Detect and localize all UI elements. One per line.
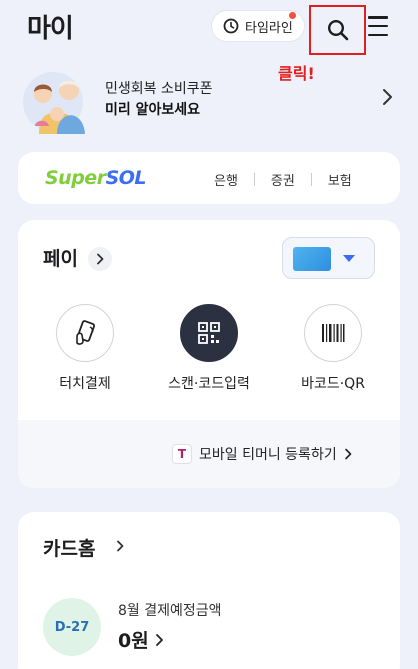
search-button[interactable] bbox=[309, 5, 366, 55]
pay-chevron-button[interactable] bbox=[88, 247, 112, 271]
divider bbox=[253, 173, 255, 186]
hamburger-menu-icon[interactable] bbox=[368, 16, 388, 36]
cardhome-chevron-button[interactable] bbox=[108, 534, 132, 558]
chevron-right-icon bbox=[117, 540, 124, 552]
chevron-right-icon bbox=[344, 448, 352, 460]
supersol-nav: 은행 증권 보험 bbox=[214, 170, 352, 189]
card-thumbnail bbox=[293, 247, 331, 271]
page-title: 마이 bbox=[27, 14, 74, 44]
barcode-qr-option[interactable]: 바코드·QR bbox=[278, 304, 388, 393]
search-icon bbox=[327, 19, 348, 41]
scan-code-option[interactable]: 스캔·코드입력 bbox=[154, 304, 264, 393]
payment-amount-value: 0원 bbox=[118, 630, 149, 652]
pay-card: 페이 터치결제 스캔·코드입력 바코드·QR T 모바일 티머니 등록하기 bbox=[18, 220, 400, 488]
qr-scan-icon bbox=[180, 304, 238, 362]
cardhome-title[interactable]: 카드홈 bbox=[43, 534, 95, 561]
supersol-bar: SuperSOL 은행 증권 보험 bbox=[18, 152, 400, 204]
link-insurance[interactable]: 보험 bbox=[328, 170, 352, 189]
supersol-logo[interactable]: SuperSOL bbox=[45, 167, 147, 189]
divider bbox=[310, 173, 312, 186]
header: 마이 타임라인 bbox=[0, 0, 418, 60]
chevron-right-icon bbox=[383, 89, 392, 105]
dday-badge: D-27 bbox=[43, 598, 101, 656]
notification-dot bbox=[289, 12, 296, 19]
family-illustration-icon bbox=[23, 72, 85, 134]
barcode-qr-label: 바코드·QR bbox=[301, 376, 365, 392]
promo-banner[interactable]: 민생회복 소비쿠폰 미리 알아보세요 bbox=[17, 64, 402, 134]
pay-title[interactable]: 페이 bbox=[43, 244, 78, 271]
promo-title: 미리 알아보세요 bbox=[105, 102, 201, 118]
tmoney-icon: T bbox=[172, 444, 192, 464]
promo-subtitle: 민생회복 소비쿠폰 bbox=[105, 81, 213, 97]
chevron-right-icon bbox=[97, 253, 104, 265]
card-select-dropdown[interactable] bbox=[282, 237, 375, 279]
payment-amount[interactable]: 0원 bbox=[118, 626, 164, 653]
timeline-label: 타임라인 bbox=[245, 20, 293, 36]
barcode-icon bbox=[304, 304, 362, 362]
tmoney-label: 모바일 티머니 등록하기 bbox=[199, 447, 337, 463]
payment-due-label: 8월 결제예정금액 bbox=[118, 603, 222, 619]
scan-code-label: 스캔·코드입력 bbox=[168, 376, 250, 392]
touch-pay-icon bbox=[56, 304, 114, 362]
dropdown-arrow-icon bbox=[343, 255, 355, 262]
timeline-button[interactable]: 타임라인 bbox=[211, 10, 305, 42]
tmoney-register-row[interactable]: T 모바일 티머니 등록하기 bbox=[18, 420, 400, 488]
clock-icon bbox=[223, 18, 239, 34]
cardhome-card: 카드홈 D-27 8월 결제예정금액 0원 bbox=[18, 512, 400, 669]
touch-pay-label: 터치결제 bbox=[59, 376, 111, 392]
touch-pay-option[interactable]: 터치결제 bbox=[30, 304, 140, 393]
link-securities[interactable]: 증권 bbox=[271, 170, 295, 189]
chevron-right-icon bbox=[155, 633, 163, 646]
link-bank[interactable]: 은행 bbox=[214, 170, 238, 189]
